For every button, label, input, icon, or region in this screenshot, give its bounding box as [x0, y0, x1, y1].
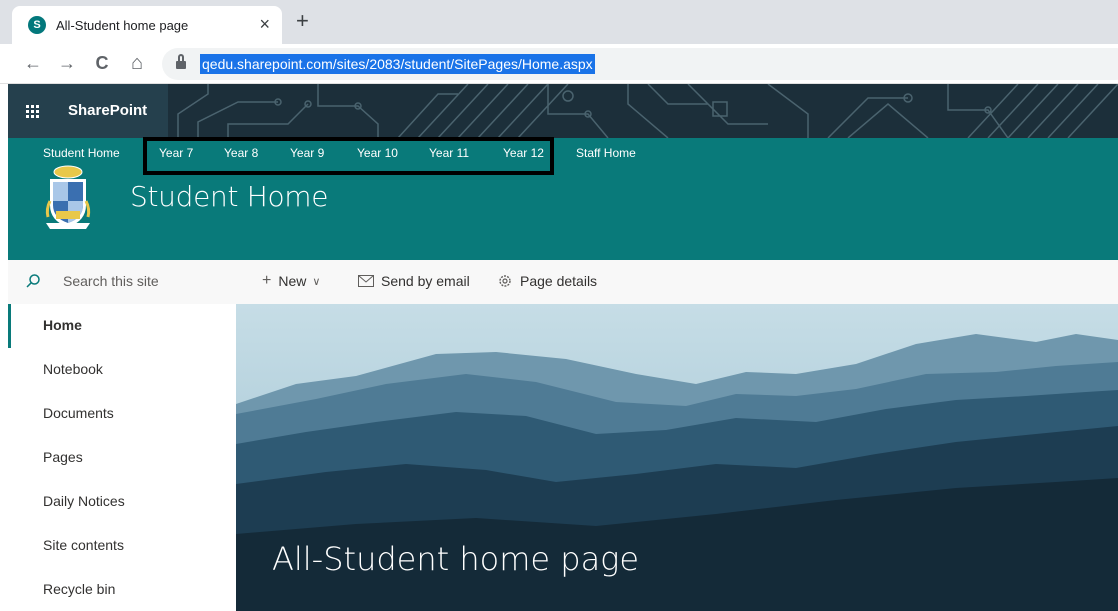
chevron-down-icon: ∨ — [312, 275, 321, 288]
new-tab-button[interactable]: + — [296, 10, 309, 32]
suite-bar: SharePoint — [8, 84, 1118, 138]
send-by-email-label: Send by email — [381, 273, 470, 289]
sharepoint-title[interactable]: SharePoint — [68, 102, 147, 119]
nav-item-label: Pages — [43, 449, 83, 465]
search-icon — [26, 274, 40, 288]
browser-toolbar: ← → C ⌂ qedu.sharepoint.com/sites/2083/s… — [0, 44, 1118, 84]
circuit-banner-image — [168, 84, 1118, 138]
home-icon[interactable]: ⌂ — [126, 52, 148, 74]
close-tab-icon[interactable]: × — [259, 15, 270, 33]
gear-icon — [499, 275, 511, 287]
site-header: Student Home Year 7 Year 8 Year 9 Year 1… — [8, 137, 1118, 260]
sharepoint-favicon-icon: S — [28, 16, 46, 34]
search-box[interactable]: Search this site — [8, 260, 236, 304]
app-launcher-icon[interactable] — [26, 105, 40, 119]
page-details-label: Page details — [520, 273, 598, 289]
nav-item-notebook[interactable]: Notebook — [8, 348, 236, 392]
reload-icon[interactable]: C — [91, 52, 113, 74]
nav-item-documents[interactable]: Documents — [8, 392, 236, 436]
send-by-email-button[interactable]: Send by email — [358, 273, 470, 289]
hero-banner: All-Student home page — [236, 304, 1118, 611]
browser-tabstrip: S All-Student home page × + — [0, 0, 1118, 44]
nav-item-pages[interactable]: Pages — [8, 436, 236, 480]
back-icon[interactable]: ← — [22, 52, 44, 74]
plus-icon: + — [262, 272, 272, 289]
nav-item-label: Documents — [43, 405, 114, 421]
suite-bar-left: SharePoint — [8, 84, 168, 138]
highlight-annotation-box — [143, 137, 554, 175]
school-crest-logo[interactable] — [44, 165, 92, 231]
topnav-student-home[interactable]: Student Home — [43, 146, 120, 160]
page-title: All-Student home page — [272, 540, 640, 578]
nav-item-label: Recycle bin — [43, 581, 116, 597]
url-text[interactable]: qedu.sharepoint.com/sites/2083/student/S… — [200, 54, 595, 74]
search-placeholder[interactable]: Search this site — [63, 273, 159, 289]
nav-item-site-contents[interactable]: Site contents — [8, 524, 236, 568]
tab-title: All-Student home page — [56, 17, 189, 33]
new-button[interactable]: + New ∨ — [262, 272, 321, 290]
nav-item-recycle-bin[interactable]: Recycle bin — [8, 568, 236, 611]
nav-item-label: Site contents — [43, 537, 124, 553]
topnav-staff-home[interactable]: Staff Home — [576, 146, 636, 160]
command-bar: + New ∨ Send by email Page details — [236, 260, 1118, 304]
nav-item-label: Daily Notices — [43, 493, 125, 509]
nav-item-home[interactable]: Home — [8, 304, 236, 348]
new-label: New — [278, 273, 307, 289]
page-details-button[interactable]: Page details — [497, 273, 597, 289]
nav-item-daily-notices[interactable]: Daily Notices — [8, 480, 236, 524]
mail-icon — [358, 275, 374, 287]
left-navigation: Search this site Home Notebook Documents… — [8, 260, 236, 611]
site-title[interactable]: Student Home — [130, 180, 329, 213]
forward-icon[interactable]: → — [56, 52, 78, 74]
address-bar[interactable]: qedu.sharepoint.com/sites/2083/student/S… — [162, 48, 1118, 80]
browser-tab[interactable]: S All-Student home page × — [12, 6, 282, 44]
nav-item-label: Home — [43, 317, 82, 333]
nav-item-label: Notebook — [43, 361, 103, 377]
lock-icon[interactable] — [176, 54, 186, 70]
